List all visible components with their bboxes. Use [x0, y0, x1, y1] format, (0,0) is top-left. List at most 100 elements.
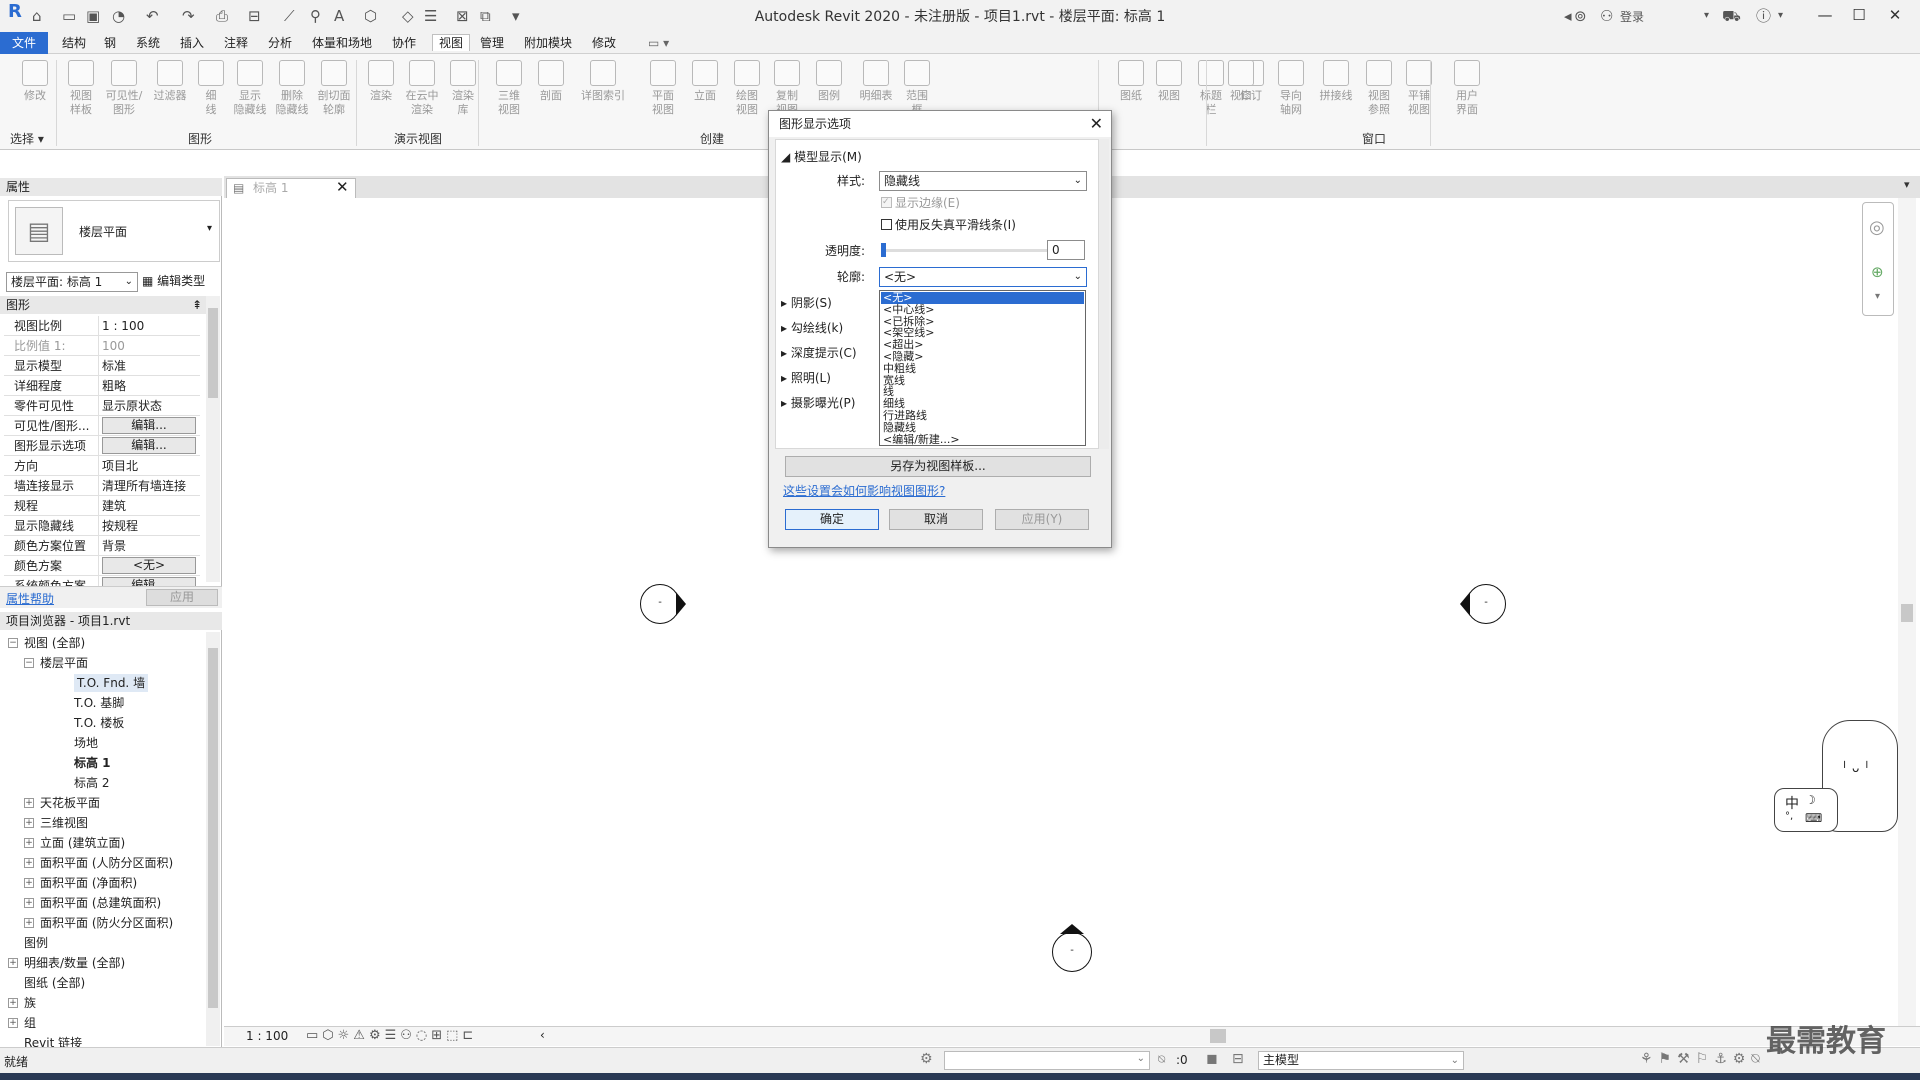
ribbon-tool-13[interactable]: 详图索引 — [574, 60, 632, 103]
section-icon[interactable]: ◇ — [402, 8, 414, 24]
zoom-region-icon[interactable]: ⊕ — [1871, 263, 1884, 281]
print-icon[interactable]: ⎙ — [216, 8, 228, 24]
apply-button[interactable]: 应用(Y) — [995, 509, 1089, 530]
selection-options-icons[interactable]: ⚘⚑⚒⚐⚓⚙⍉ — [1640, 1051, 1766, 1067]
type-dropdown-icon[interactable]: ▾ — [207, 223, 212, 234]
help-dropdown-icon[interactable]: ▾ — [1778, 8, 1783, 24]
tree-toggle-icon[interactable]: + — [24, 898, 34, 908]
undo-icon[interactable]: ↶ — [146, 8, 159, 24]
transparency-slider-thumb[interactable] — [881, 243, 886, 257]
ribbon-tool-17[interactable]: 复制 视图 — [768, 60, 806, 117]
steering-wheel-icon[interactable]: ◎ — [1869, 217, 1885, 238]
tab-structure[interactable]: 结构 — [62, 35, 86, 51]
revit-logo-icon[interactable]: R — [8, 3, 22, 21]
section-lighting[interactable]: ▸ 照明(L) — [781, 370, 831, 386]
view-control-icons[interactable]: ▭⬡☼⚠⚙☰⚇◌⊞⬚⊏ — [306, 1028, 477, 1043]
3d-view-icon[interactable]: ⬡ — [364, 8, 377, 24]
section-photographic-exposure[interactable]: ▸ 摄影曝光(P) — [781, 395, 855, 411]
property-row[interactable]: 颜色方案位置 背景 — [4, 536, 200, 556]
minimize-button[interactable]: — — [1812, 4, 1838, 26]
silhouette-option[interactable]: 线 — [881, 386, 1084, 398]
ribbon-tool-6[interactable]: 删除 隐藏线 — [268, 60, 316, 117]
login-dropdown-icon[interactable]: ▾ — [1704, 8, 1709, 24]
property-row[interactable]: 显示隐藏线 按规程 — [4, 516, 200, 536]
tab-add-ins[interactable]: 附加模块 — [524, 35, 572, 51]
sync-icon[interactable]: ◔ — [112, 8, 125, 24]
tab-collaborate[interactable]: 协作 — [392, 35, 416, 51]
thin-lines-icon[interactable]: ☰ — [424, 8, 437, 24]
tree-item[interactable]: 场地 — [74, 734, 98, 752]
tree-item[interactable]: 立面 (建筑立面) — [40, 834, 125, 852]
canvas-vertical-scrollbar[interactable] — [1898, 198, 1916, 1026]
ribbon-tool-26[interactable]: 拼接线 — [1312, 60, 1360, 103]
property-edit-button[interactable]: 编辑... — [102, 417, 196, 434]
tab-systems[interactable]: 系统 — [136, 35, 160, 51]
ribbon-tool-8[interactable]: 渲染 — [362, 60, 400, 103]
tree-toggle-icon[interactable]: + — [8, 998, 18, 1008]
graphics-section-header[interactable]: 图形 ⇞ — [0, 296, 206, 314]
silhouette-option[interactable]: <编辑/新建...> — [881, 433, 1084, 446]
properties-scrollbar[interactable] — [206, 296, 220, 582]
transparency-slider-track[interactable] — [881, 249, 1051, 252]
ribbon-tool-22[interactable]: 视图 — [1150, 60, 1188, 103]
elevation-marker-east[interactable]: - — [1466, 584, 1506, 624]
elevation-marker-south[interactable]: - — [1052, 932, 1092, 972]
properties-scroll-thumb[interactable] — [208, 308, 218, 398]
tab-file[interactable]: 文件 — [0, 32, 48, 54]
ribbon-collapse-icon[interactable]: ▭ ▾ — [648, 35, 669, 51]
save-as-template-button[interactable]: 另存为视图样板... — [785, 456, 1091, 477]
tree-item[interactable]: 标高 2 — [74, 774, 109, 792]
ribbon-tool-12[interactable]: 剖面 — [532, 60, 570, 103]
settings-help-link[interactable]: 这些设置会如何影响视图图形? — [783, 483, 945, 499]
canvas-vscroll-thumb[interactable] — [1901, 604, 1913, 622]
tree-toggle-icon[interactable]: + — [24, 838, 34, 848]
browser-scroll-thumb[interactable] — [208, 648, 218, 1008]
tree-item[interactable]: 标高 1 — [74, 754, 111, 772]
filter-icon[interactable]: ⍉ — [1158, 1052, 1165, 1067]
canvas-hscroll-thumb[interactable] — [1210, 1029, 1226, 1043]
measure-icon[interactable]: ⊟ — [248, 8, 261, 24]
section-depth-cueing[interactable]: ▸ 深度提示(C) — [781, 345, 857, 361]
tree-toggle-icon[interactable]: + — [24, 798, 34, 808]
ribbon-tool-7[interactable]: 剖切面 轮廓 — [310, 60, 358, 117]
ime-status-box[interactable]: 中 ☽ °, ⌨ — [1774, 788, 1838, 832]
property-row[interactable]: 墙连接显示 清理所有墙连接 — [4, 476, 200, 496]
tab-view[interactable]: 视图 — [432, 34, 471, 51]
ribbon-tool-20[interactable]: 范围 框 — [898, 60, 936, 117]
tree-toggle-icon[interactable]: − — [24, 658, 34, 668]
ribbon-tool-0[interactable]: 修改 — [18, 60, 52, 103]
nav-dropdown-icon[interactable]: ▾ — [1875, 291, 1880, 302]
silhouette-select[interactable]: <无> ⌄ — [879, 267, 1087, 287]
antialias-checkbox[interactable] — [881, 219, 892, 230]
ribbon-tool-25[interactable]: 导向 轴网 — [1272, 60, 1310, 117]
tab-annotate[interactable]: 注释 — [224, 35, 248, 51]
transparency-input[interactable]: 0 — [1047, 240, 1085, 260]
search-arrow-icon[interactable]: ◂ — [1564, 8, 1572, 24]
tree-item[interactable]: 族 — [24, 994, 36, 1012]
tree-item[interactable]: 图例 — [24, 934, 48, 952]
properties-help-link[interactable]: 属性帮助 — [6, 590, 54, 607]
tree-item[interactable]: 天花板平面 — [40, 794, 100, 812]
ribbon-tool-19[interactable]: 明细表 — [852, 60, 900, 103]
silhouette-option[interactable]: 宽线 — [881, 374, 1084, 387]
ribbon-tool-1[interactable]: 视图 样板 — [62, 60, 100, 117]
tree-item[interactable]: 视图 (全部) — [24, 634, 85, 652]
tab-modify[interactable]: 修改 — [592, 35, 616, 51]
model-display-section[interactable]: ◢ 模型显示(M) — [781, 149, 862, 165]
ribbon-tool-33[interactable]: 用户 界面 — [1448, 60, 1486, 117]
tree-item[interactable]: T.O. 基脚 — [74, 694, 124, 712]
redo-icon[interactable]: ↷ — [182, 8, 195, 24]
ribbon-tool-18[interactable]: 图例 — [810, 60, 848, 103]
tree-item[interactable]: 楼层平面 — [40, 654, 88, 672]
ribbon-tool-2[interactable]: 可见性/ 图形 — [100, 60, 148, 117]
ribbon-tool-32[interactable]: 平铺 视图 — [1400, 60, 1438, 117]
tree-toggle-icon[interactable]: + — [8, 1018, 18, 1028]
binoculars-icon[interactable]: ⊚ — [1574, 8, 1587, 24]
section-shadows[interactable]: ▸ 阴影(S) — [781, 295, 832, 311]
tree-toggle-icon[interactable]: + — [8, 958, 18, 968]
property-row[interactable]: 图形显示选项 编辑... — [4, 436, 200, 456]
browser-scrollbar[interactable] — [206, 632, 220, 1046]
view-scale[interactable]: 1 : 100 — [246, 1029, 288, 1043]
tree-item[interactable]: 组 — [24, 1014, 36, 1032]
tree-item[interactable]: 面积平面 (总建筑面积) — [40, 894, 161, 912]
